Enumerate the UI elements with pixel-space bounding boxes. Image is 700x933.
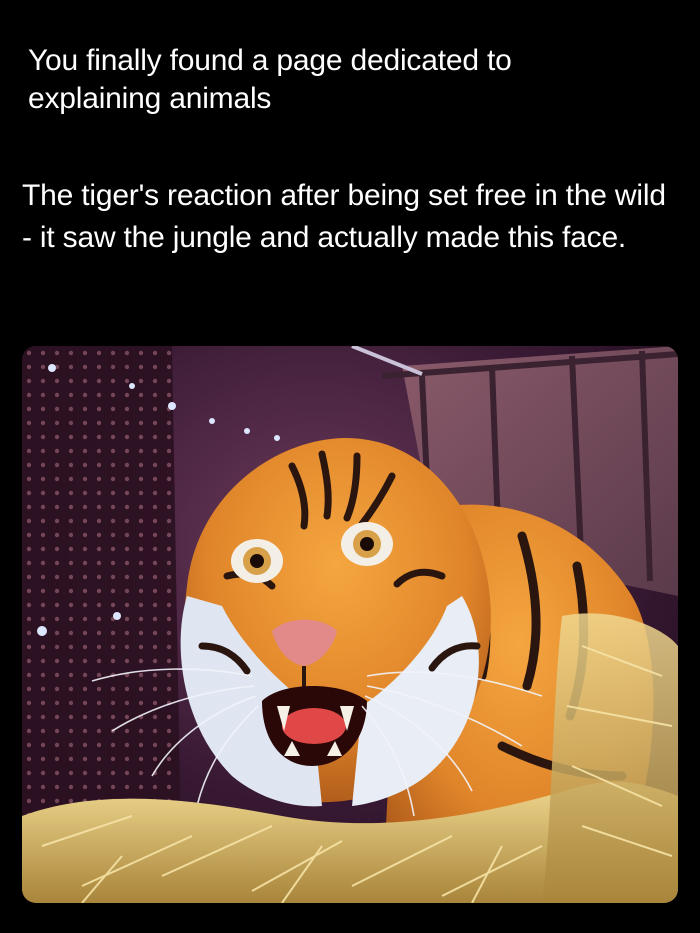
intro-caption: You finally found a page dedicated to ex… bbox=[28, 44, 512, 115]
tiger-photo-illustration bbox=[22, 346, 678, 903]
tiger-photo[interactable] bbox=[22, 346, 678, 903]
post-caption: The tiger's reaction after being set fre… bbox=[22, 179, 666, 254]
meme-post: You finally found a page dedicated to ex… bbox=[0, 0, 700, 933]
tiger-tongue bbox=[282, 708, 346, 744]
